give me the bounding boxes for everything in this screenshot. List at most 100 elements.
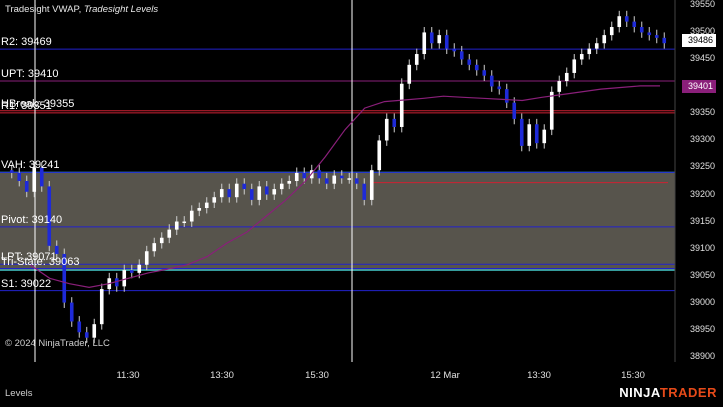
candle-body — [69, 302, 74, 322]
candle-body — [467, 59, 472, 65]
time-tick-label: 11:30 — [116, 370, 140, 381]
price-tick-label: 39000 — [690, 296, 716, 307]
candle-body — [369, 170, 374, 200]
candle-body — [204, 202, 209, 209]
candle-body — [249, 189, 254, 200]
price-tick-label: 39550 — [690, 0, 716, 10]
candle-body — [77, 321, 82, 333]
time-tick-label: 12 Mar — [430, 370, 460, 381]
candle-body — [534, 124, 539, 144]
candle-body — [572, 59, 577, 73]
candle-body — [234, 183, 239, 198]
candle-body — [549, 91, 554, 130]
chart-panel[interactable]: Tradesight VWAP, Tradesight Levels R2: 3… — [0, 0, 723, 402]
level-label: Tri-State: 39063 — [1, 255, 80, 268]
candle-body — [99, 289, 104, 325]
candle-body — [24, 181, 29, 192]
candle-body — [654, 35, 659, 38]
candle-body — [594, 43, 599, 49]
level-label: R2: 39469 — [1, 36, 52, 49]
level-label: S1: 39022 — [1, 277, 52, 290]
candle-body — [407, 64, 412, 84]
price-tick-label: 39150 — [690, 215, 716, 226]
ninjatrader-logo: NINJATRADER — [619, 385, 717, 400]
candle-body — [84, 332, 89, 338]
candle-body — [219, 189, 224, 198]
candle-body — [444, 35, 449, 49]
candle-body — [647, 32, 652, 36]
candle-body — [332, 175, 337, 184]
candle-body — [579, 54, 584, 60]
candle-body — [617, 16, 622, 28]
candle-body — [392, 118, 397, 127]
candle-body — [662, 37, 667, 44]
value-area-band — [0, 172, 675, 271]
candle-body — [459, 51, 464, 60]
candle-body — [542, 129, 547, 144]
candle-body — [339, 175, 344, 179]
level-label: HBreak: 39355 — [1, 97, 75, 110]
last-price-tag: 39486 — [682, 33, 717, 47]
candle-body — [587, 48, 592, 55]
candle-body — [197, 208, 202, 211]
candle-body — [632, 21, 637, 28]
candle-body — [519, 118, 524, 146]
vwap-indicator-name: Tradesight VWAP, — [5, 4, 82, 15]
level-label: Pivot: 39140 — [1, 213, 63, 226]
candle-body — [564, 72, 569, 82]
candle-body — [362, 183, 367, 200]
price-tick-label: 39350 — [690, 107, 716, 118]
candle-body — [602, 35, 607, 44]
candle-body — [624, 16, 629, 22]
candle-body — [437, 35, 442, 44]
candle-body — [527, 124, 532, 146]
candle-body — [452, 48, 457, 52]
candle-body — [557, 81, 562, 92]
candle-body — [122, 270, 127, 287]
candle-body — [422, 32, 427, 55]
brand-ninja: NINJA — [619, 385, 660, 400]
candle-body — [212, 197, 217, 203]
candle-body — [512, 102, 517, 119]
candle-body — [182, 221, 187, 224]
candle-body — [429, 32, 434, 44]
candle-body — [474, 64, 479, 71]
candle-body — [189, 210, 194, 222]
candle-body — [257, 186, 262, 200]
candle-body — [294, 172, 299, 181]
candle-body — [609, 27, 614, 36]
price-tick-label: 38950 — [690, 323, 716, 334]
price-tick-label: 38900 — [690, 350, 716, 361]
candle-body — [17, 172, 22, 181]
candle-body — [129, 270, 134, 273]
price-tick-label: 39100 — [690, 242, 716, 253]
time-tick-label: 15:30 — [305, 370, 329, 381]
candle-body — [287, 181, 292, 184]
candle-body — [317, 170, 322, 179]
price-tick-label: 39450 — [690, 53, 716, 64]
candle-body — [272, 189, 277, 195]
price-tick-label: 39300 — [690, 134, 716, 145]
candle-body — [167, 229, 172, 238]
candle-body — [174, 221, 179, 230]
candle-body — [159, 237, 164, 244]
copyright-text: © 2024 NinjaTrader, LLC — [5, 338, 110, 349]
candle-body — [324, 178, 329, 184]
candle-body — [377, 140, 382, 171]
indicator-title: Tradesight VWAP, Tradesight Levels — [5, 4, 158, 15]
candle-body — [144, 251, 149, 265]
brand-trader: TRADER — [659, 385, 717, 400]
candle-body — [414, 54, 419, 65]
candle-body — [489, 75, 494, 87]
candle-body — [279, 183, 284, 190]
candle-body — [399, 83, 404, 127]
candle-body — [354, 178, 359, 184]
vwap-price-tag: 39401 — [682, 79, 717, 93]
levels-indicator-name: Tradesight Levels — [83, 4, 159, 15]
candle-body — [137, 264, 142, 273]
price-tick-label: 39050 — [690, 269, 716, 280]
price-tick-label: 39200 — [690, 188, 716, 199]
level-label: UPT: 39410 — [1, 68, 59, 81]
time-tick-label: 13:30 — [210, 370, 234, 381]
level-label: VAH: 39241 — [1, 159, 60, 172]
